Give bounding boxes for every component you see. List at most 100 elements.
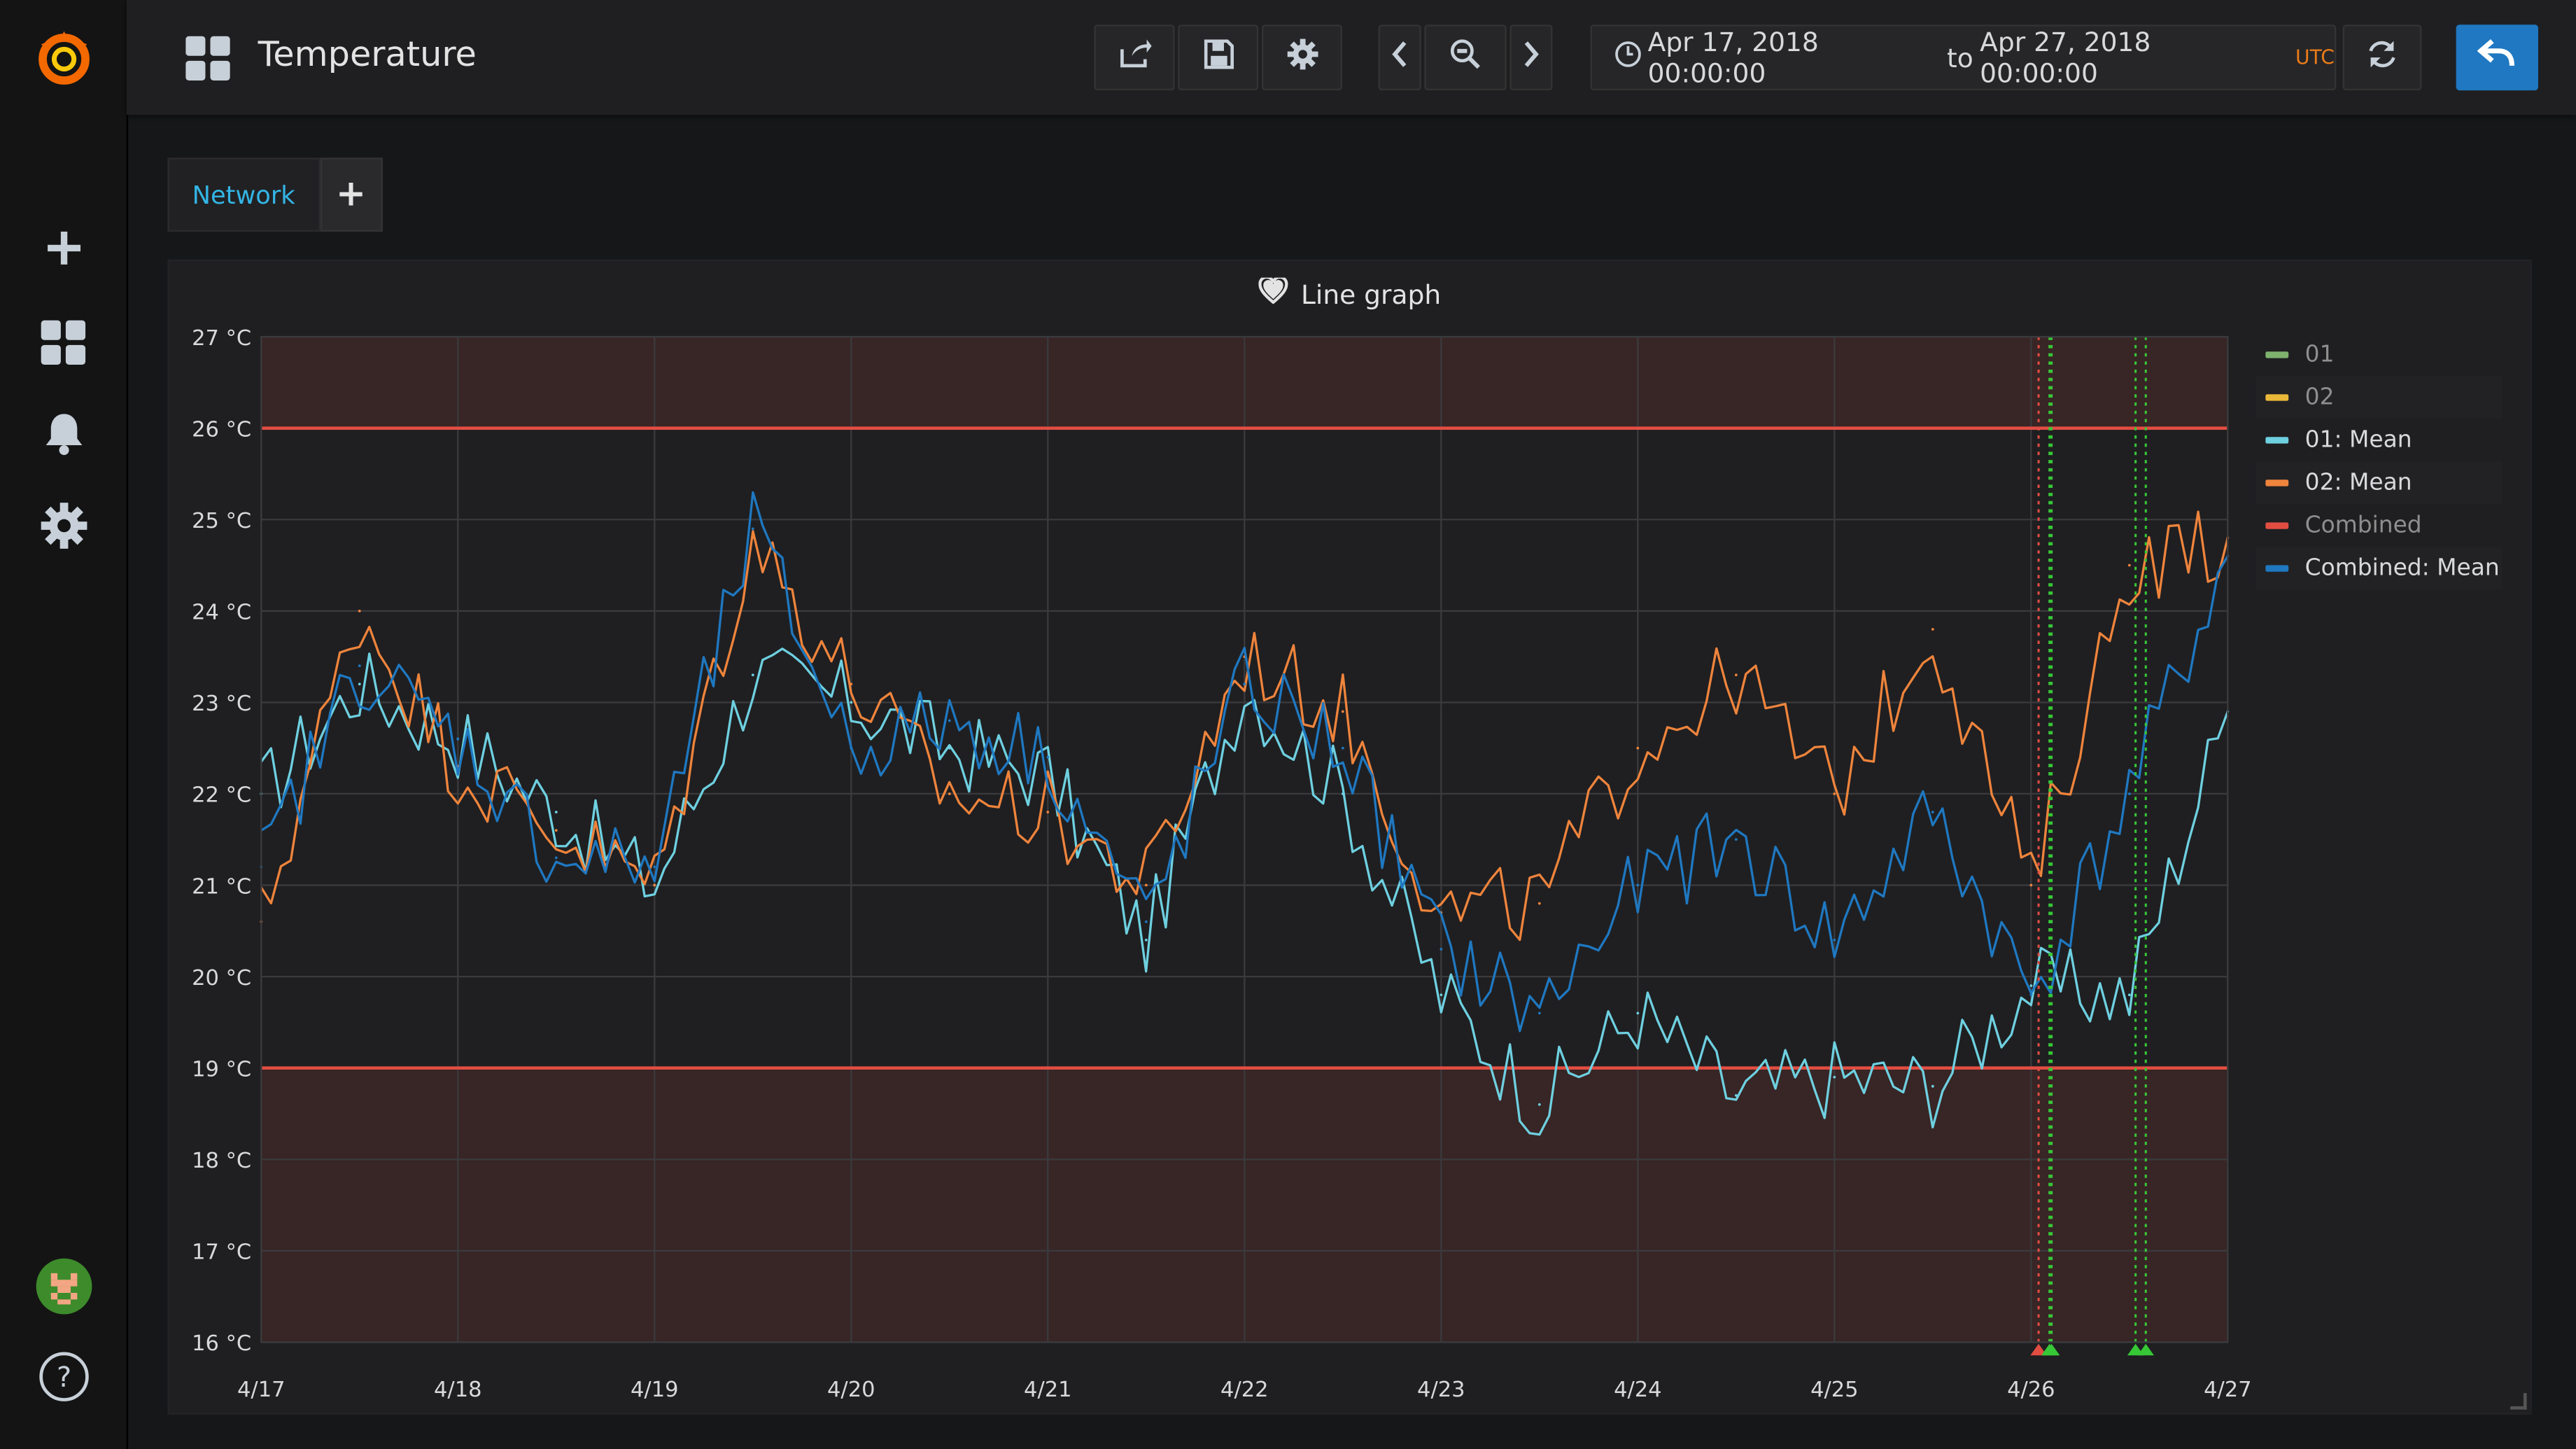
back-arrow-icon bbox=[2477, 38, 2517, 77]
legend-swatch[interactable] bbox=[2265, 351, 2289, 358]
x-tick-label: 4/24 bbox=[1614, 1378, 1662, 1402]
dashboard-title[interactable]: Temperature bbox=[258, 34, 477, 74]
save-button[interactable] bbox=[1178, 24, 1259, 91]
series-point bbox=[1636, 746, 1640, 750]
series-point bbox=[1144, 883, 1148, 887]
series-point bbox=[850, 746, 853, 750]
series-point bbox=[1734, 673, 1738, 677]
series-point bbox=[1440, 993, 1443, 997]
legend-item[interactable]: 01 bbox=[2255, 333, 2502, 376]
series-point bbox=[1931, 1084, 1934, 1088]
series-point bbox=[653, 883, 656, 887]
legend-swatch[interactable] bbox=[2265, 565, 2289, 572]
x-tick-label: 4/21 bbox=[1024, 1378, 1072, 1402]
refresh-button[interactable] bbox=[2342, 24, 2422, 91]
legend-label: 02: Mean bbox=[2304, 470, 2412, 496]
share-button[interactable] bbox=[1094, 24, 1175, 91]
time-shift-forward-button[interactable] bbox=[1509, 24, 1553, 91]
time-range-picker[interactable]: Apr 17, 2018 00:00:00 to Apr 27, 2018 00… bbox=[1590, 24, 2337, 91]
y-tick-label: 20 °C bbox=[192, 966, 251, 990]
series-point bbox=[2127, 564, 2131, 567]
panel-resize-handle[interactable] bbox=[2510, 1393, 2527, 1410]
add-icon[interactable] bbox=[0, 222, 127, 274]
line-chart[interactable]: 16 °C 17 °C 18 °C 19 °C 20 °C 21 °C 22 °C 23 °C… bbox=[169, 261, 2255, 1416]
legend-item[interactable]: 02: Mean bbox=[2255, 461, 2503, 505]
grafana-logo-icon[interactable] bbox=[0, 20, 127, 95]
series-point bbox=[1341, 792, 1344, 795]
back-button[interactable] bbox=[2456, 24, 2539, 91]
series-point bbox=[2029, 984, 2033, 988]
series-point bbox=[1243, 682, 1246, 686]
settings-icon bbox=[1286, 38, 1318, 77]
series-point bbox=[948, 719, 951, 722]
y-tick-label: 26 °C bbox=[192, 417, 251, 442]
legend-label: Combined: Mean bbox=[2304, 555, 2500, 582]
legend-label: 01 bbox=[2304, 342, 2335, 368]
series-point bbox=[1537, 1011, 1541, 1015]
legend-label: 02 bbox=[2304, 384, 2335, 411]
x-tick-label: 4/20 bbox=[827, 1378, 875, 1402]
series-point bbox=[1046, 811, 1050, 813]
x-tick-label: 4/19 bbox=[631, 1378, 679, 1402]
series-point bbox=[1833, 792, 1836, 795]
legend-item[interactable]: 02 bbox=[2255, 376, 2503, 419]
legend-swatch[interactable] bbox=[2265, 394, 2289, 401]
series-point bbox=[2127, 993, 2131, 997]
x-tick-label: 4/25 bbox=[1810, 1378, 1859, 1402]
zoom-out-button[interactable] bbox=[1424, 24, 1507, 91]
user-avatar[interactable] bbox=[0, 1255, 127, 1317]
x-tick-label: 4/22 bbox=[1220, 1378, 1269, 1402]
y-tick-label: 17 °C bbox=[192, 1240, 251, 1265]
share-icon bbox=[1118, 39, 1151, 76]
series-point bbox=[948, 746, 951, 750]
y-tick-label: 18 °C bbox=[192, 1149, 251, 1173]
series-point bbox=[554, 829, 558, 832]
y-tick-label: 21 °C bbox=[192, 874, 251, 899]
series-point bbox=[554, 811, 558, 813]
add-tab-button[interactable]: + bbox=[319, 158, 383, 232]
tab-network[interactable]: Network bbox=[167, 158, 320, 232]
timezone-badge: UTC bbox=[2295, 46, 2335, 69]
graph-legend: 01 02 01: Mean 02: Mean Combined Combined: Me… bbox=[2255, 333, 2503, 590]
annotation-marker[interactable] bbox=[2137, 1343, 2154, 1356]
configuration-gear-icon[interactable] bbox=[0, 498, 127, 554]
clock-icon bbox=[1615, 41, 1642, 74]
series-point bbox=[2127, 792, 2131, 795]
legend-item[interactable]: Combined: Mean bbox=[2255, 547, 2503, 590]
help-icon[interactable]: ? bbox=[0, 1349, 127, 1405]
alerting-bell-icon[interactable] bbox=[0, 407, 127, 460]
series-point bbox=[554, 856, 558, 860]
series-point bbox=[1636, 1011, 1640, 1015]
chevron-left-icon bbox=[1391, 41, 1407, 74]
x-tick-label: 4/23 bbox=[1417, 1378, 1465, 1402]
legend-item[interactable]: Combined bbox=[2255, 504, 2502, 547]
series-point bbox=[1636, 883, 1640, 887]
series-point bbox=[751, 527, 754, 531]
chevron-right-icon bbox=[1523, 41, 1539, 74]
series-point bbox=[751, 673, 754, 677]
series-point bbox=[1144, 920, 1148, 923]
series-point bbox=[358, 664, 361, 668]
settings-button[interactable] bbox=[1261, 24, 1342, 91]
series-point bbox=[1931, 811, 1934, 813]
time-shift-back-button[interactable] bbox=[1378, 24, 1421, 91]
row-tabs: Network + bbox=[167, 158, 383, 232]
series-point bbox=[751, 536, 754, 540]
grafana-app: ? Temperature Apr 17, 2018 00:00:00 to A… bbox=[0, 0, 2576, 1449]
y-tick-label: 22 °C bbox=[192, 783, 251, 808]
x-tick-label: 4/26 bbox=[2007, 1378, 2055, 1402]
x-tick-label: 4/17 bbox=[237, 1378, 286, 1402]
legend-label: 01: Mean bbox=[2304, 427, 2412, 454]
svg-text:?: ? bbox=[56, 1362, 71, 1394]
dashboards-icon[interactable] bbox=[0, 316, 127, 372]
sidebar: ? bbox=[0, 0, 129, 1449]
legend-swatch[interactable] bbox=[2265, 522, 2289, 529]
time-range-to: Apr 27, 2018 00:00:00 bbox=[1980, 26, 2151, 89]
x-tick-label: 4/27 bbox=[2204, 1378, 2252, 1402]
legend-swatch[interactable] bbox=[2265, 437, 2289, 444]
legend-swatch[interactable] bbox=[2265, 479, 2289, 486]
dashboard-grid-icon[interactable] bbox=[185, 36, 232, 89]
legend-item[interactable]: 01: Mean bbox=[2255, 419, 2502, 461]
series-point bbox=[2029, 883, 2033, 887]
y-tick-label: 24 °C bbox=[192, 601, 251, 625]
